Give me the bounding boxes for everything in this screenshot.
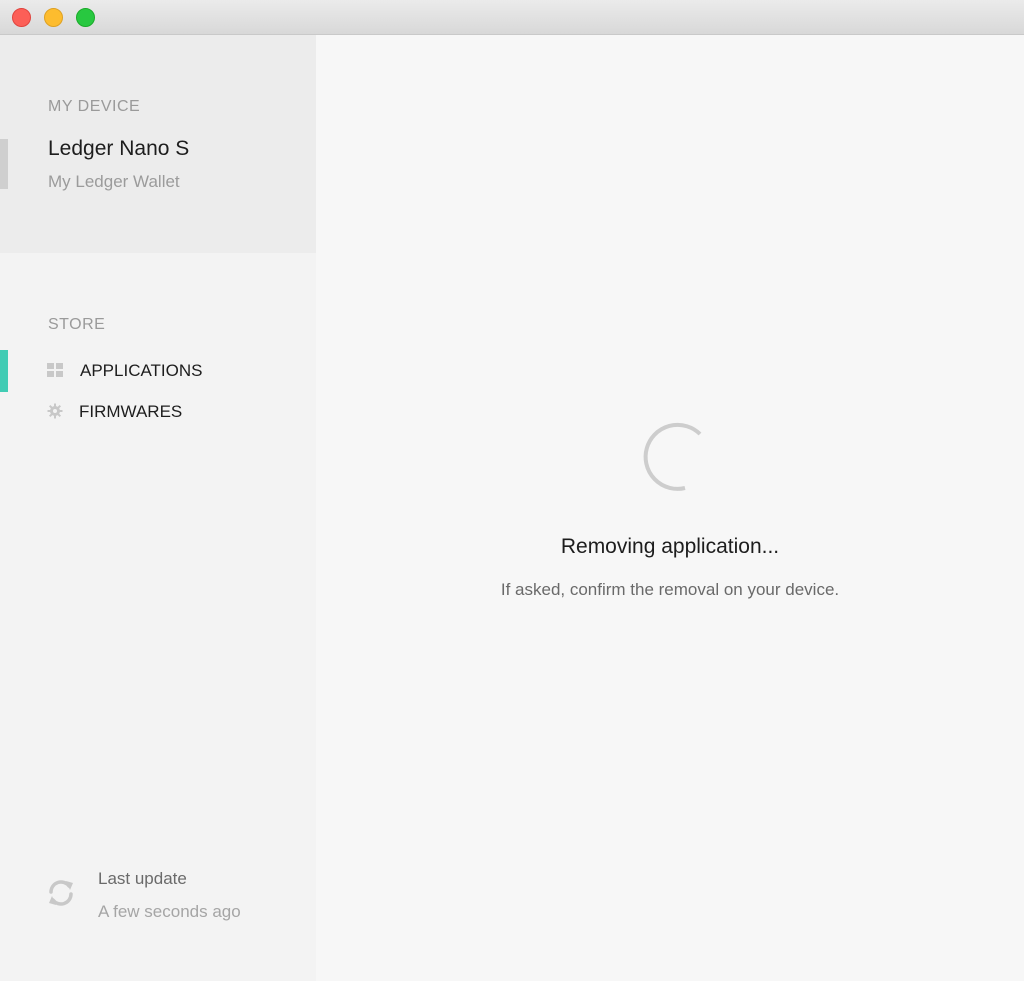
last-update-label: Last update xyxy=(98,869,187,888)
my-device-section-label: MY DEVICE xyxy=(48,98,141,115)
device-name: Ledger Nano S xyxy=(48,137,190,160)
device-selected-marker xyxy=(0,139,8,189)
sidebar-item-firmwares[interactable]: FIRMWARES xyxy=(0,391,316,433)
device-panel[interactable]: MY DEVICE Ledger Nano S My Ledger Wallet xyxy=(0,35,316,253)
loading-spinner-icon xyxy=(643,422,702,491)
sidebar-item-applications[interactable]: APPLICATIONS xyxy=(0,350,316,392)
status-title: Removing application... xyxy=(560,535,780,558)
last-update-time: A few seconds ago xyxy=(98,902,241,921)
active-indicator xyxy=(0,350,8,392)
device-subtitle: My Ledger Wallet xyxy=(48,172,180,191)
title-bar[interactable] xyxy=(0,0,1024,35)
status-message: If asked, confirm the removal on your de… xyxy=(500,580,840,599)
sidebar: MY DEVICE Ledger Nano S My Ledger Wallet… xyxy=(0,35,316,981)
main-content: Removing application... If asked, confir… xyxy=(316,35,1024,981)
close-window-button[interactable] xyxy=(12,8,31,27)
grid-icon xyxy=(47,363,63,377)
store-section-label: STORE xyxy=(48,316,106,333)
maximize-window-button[interactable] xyxy=(76,8,95,27)
app-window: MY DEVICE Ledger Nano S My Ledger Wallet… xyxy=(0,0,1024,981)
sidebar-item-firmwares-label: FIRMWARES xyxy=(79,402,183,421)
sidebar-item-applications-label: APPLICATIONS xyxy=(80,361,203,380)
minimize-window-button[interactable] xyxy=(44,8,63,27)
refresh-icon[interactable] xyxy=(45,877,77,909)
gear-icon xyxy=(47,403,63,419)
